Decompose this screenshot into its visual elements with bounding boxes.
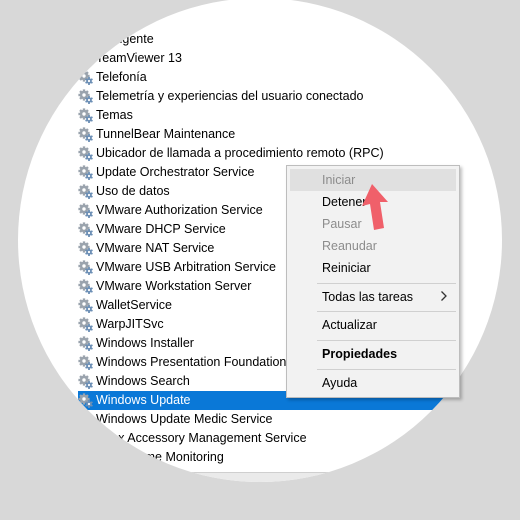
service-row[interactable]: TeamViewer 13 xyxy=(78,49,502,68)
gear-icon xyxy=(78,69,94,86)
service-name: Update Orchestrator Service xyxy=(96,165,255,179)
gear-icon xyxy=(78,278,94,295)
chevron-right-icon xyxy=(440,289,448,306)
gear-icon xyxy=(78,449,94,466)
backdrop: Inteligente TeamViewer 13 Telefonía Telemet… xyxy=(0,0,520,520)
gear-icon xyxy=(78,107,94,124)
menu-separator xyxy=(317,283,456,284)
service-name: WarpJITSvc xyxy=(96,317,164,331)
service-name: Uso de datos xyxy=(96,184,170,198)
gear-icon xyxy=(78,50,94,67)
gear-icon xyxy=(78,126,94,143)
gear-icon xyxy=(78,373,94,390)
service-name: Temas xyxy=(96,108,133,122)
service-name: WalletService xyxy=(96,298,172,312)
gear-icon xyxy=(78,335,94,352)
menu-separator xyxy=(317,340,456,341)
menu-item-propiedades[interactable]: Propiedades xyxy=(290,343,456,365)
service-row[interactable]: Ubicador de llamada a procedimiento remo… xyxy=(78,144,502,163)
service-name: TeamViewer 13 xyxy=(96,51,182,65)
gear-icon xyxy=(78,221,94,238)
menu-item-label: Todas las tareas xyxy=(322,290,414,304)
service-row[interactable]: Temas xyxy=(78,106,502,125)
service-name: TunnelBear Maintenance xyxy=(96,127,236,141)
menu-item-ayuda[interactable]: Ayuda xyxy=(290,372,456,394)
service-name: VMware NAT Service xyxy=(96,241,215,255)
menu-separator xyxy=(317,369,456,370)
gear-icon xyxy=(78,354,94,371)
gear-icon xyxy=(78,202,94,219)
service-name: Windows Update xyxy=(96,393,191,407)
gear-icon xyxy=(78,145,94,162)
service-name: Ubicador de llamada a procedimiento remo… xyxy=(96,146,384,160)
menu-item-label: Ayuda xyxy=(322,376,358,390)
menu-item-actualizar[interactable]: Actualizar xyxy=(290,314,456,336)
service-name: Inteligente xyxy=(96,32,154,46)
menu-item-label: Actualizar xyxy=(322,318,377,332)
service-name: VMware DHCP Service xyxy=(96,222,226,236)
menu-separator xyxy=(317,311,456,312)
service-name: Windows Presentation Foundation F xyxy=(96,355,298,369)
gear-icon xyxy=(78,316,94,333)
service-name: Windows Search xyxy=(96,374,190,388)
service-name: Xbox Game Monitoring xyxy=(96,450,224,464)
menu-item-todas-las-tareas[interactable]: Todas las tareas xyxy=(290,286,456,308)
menu-item-label: Iniciar xyxy=(322,173,356,187)
service-name: Windows Installer xyxy=(96,336,194,350)
service-name: Telefonía xyxy=(96,70,147,84)
service-row[interactable]: Xbox Game Monitoring xyxy=(78,448,502,467)
gear-icon xyxy=(78,88,94,105)
gear-icon xyxy=(78,259,94,276)
gear-icon xyxy=(78,240,94,257)
service-name: Telemetría y experiencias del usuario co… xyxy=(96,89,364,103)
menu-item-label: Pausar xyxy=(322,217,362,231)
gear-icon xyxy=(78,183,94,200)
service-name: Xbox Accessory Management Service xyxy=(96,431,307,445)
horizontal-scrollbar[interactable] xyxy=(78,472,502,482)
service-row[interactable]: TunnelBear Maintenance xyxy=(78,125,502,144)
gear-icon xyxy=(78,411,94,428)
service-name: VMware USB Arbitration Service xyxy=(96,260,276,274)
menu-item-reiniciar[interactable]: Reiniciar xyxy=(290,257,456,279)
arrow-pointer-icon xyxy=(362,184,388,230)
gear-icon xyxy=(78,164,94,181)
service-row[interactable]: Telefonía xyxy=(78,68,502,87)
gear-icon xyxy=(78,297,94,314)
gear-icon xyxy=(78,392,94,409)
service-row[interactable]: Xbox Accessory Management Service xyxy=(78,429,502,448)
menu-item-label: Reanudar xyxy=(322,239,377,253)
service-row[interactable]: Inteligente xyxy=(78,30,502,49)
service-name: VMware Workstation Server xyxy=(96,279,252,293)
service-row[interactable]: Telemetría y experiencias del usuario co… xyxy=(78,87,502,106)
service-name: VMware Authorization Service xyxy=(96,203,263,217)
gear-icon xyxy=(78,430,94,447)
service-name: Windows Update Medic Service xyxy=(96,412,273,426)
service-row[interactable]: Windows Update Medic Service xyxy=(78,410,502,429)
menu-item-label: Propiedades xyxy=(322,347,398,361)
menu-item-label: Reiniciar xyxy=(322,261,371,275)
gear-icon xyxy=(78,31,94,48)
